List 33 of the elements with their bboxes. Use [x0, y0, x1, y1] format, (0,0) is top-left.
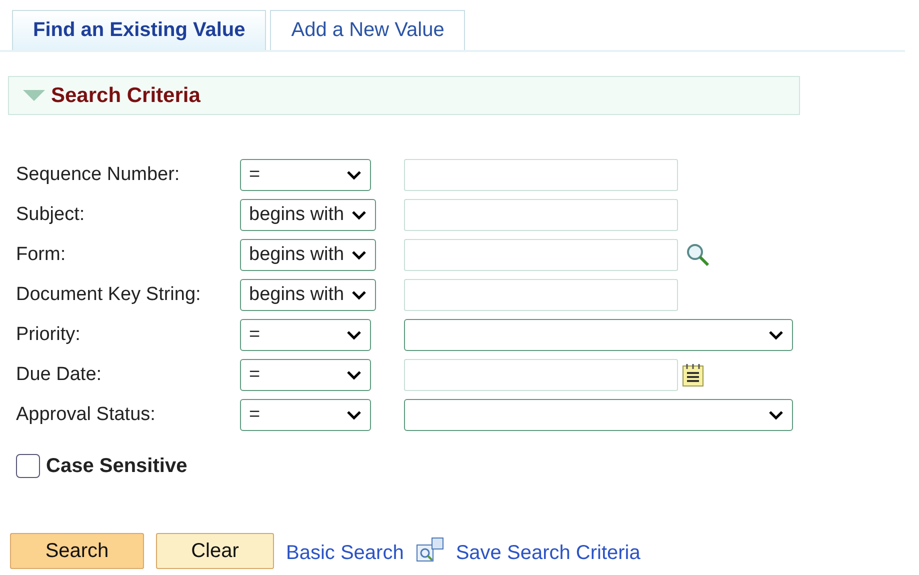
checkbox[interactable] [16, 454, 40, 478]
search-icon[interactable] [686, 243, 710, 267]
value-select[interactable] [404, 399, 793, 431]
operator-select[interactable]: begins with [240, 199, 376, 231]
operator-select[interactable]: = [240, 359, 371, 391]
basic-search-link[interactable]: Basic Search [286, 534, 404, 568]
field-label: Sequence Number: [16, 162, 181, 187]
field-label: Form: [16, 242, 67, 267]
field-label: Due Date: [16, 362, 103, 387]
input-field[interactable] [404, 159, 678, 191]
search-button[interactable]: Search [10, 533, 144, 569]
clear-button[interactable]: Clear [156, 533, 274, 569]
field-label: Approval Status: [16, 402, 156, 427]
operator-select[interactable]: begins with [240, 239, 376, 271]
save-search-criteria-link[interactable]: Save Search Criteria [456, 534, 640, 568]
input-field[interactable] [404, 239, 678, 271]
checkbox-label: Case Sensitive [46, 454, 188, 479]
field-label: Subject: [16, 202, 86, 227]
input-field[interactable] [404, 279, 678, 311]
value-select[interactable] [404, 319, 793, 351]
field-label: Document Key String: [16, 282, 202, 307]
tab[interactable]: Find an Existing Value [12, 10, 266, 50]
operator-select[interactable]: = [240, 159, 371, 191]
operator-select[interactable]: begins with [240, 279, 376, 311]
toggle-icon[interactable] [23, 90, 45, 102]
tab[interactable]: Add a New Value [270, 10, 466, 50]
operator-select[interactable]: = [240, 319, 371, 351]
input-field[interactable] [404, 199, 678, 231]
field-label: Priority: [16, 322, 82, 347]
input-field[interactable] [404, 359, 678, 391]
operator-select[interactable]: = [240, 399, 371, 431]
calendar-icon[interactable] [682, 363, 704, 387]
section-title: Search Criteria [51, 82, 200, 109]
